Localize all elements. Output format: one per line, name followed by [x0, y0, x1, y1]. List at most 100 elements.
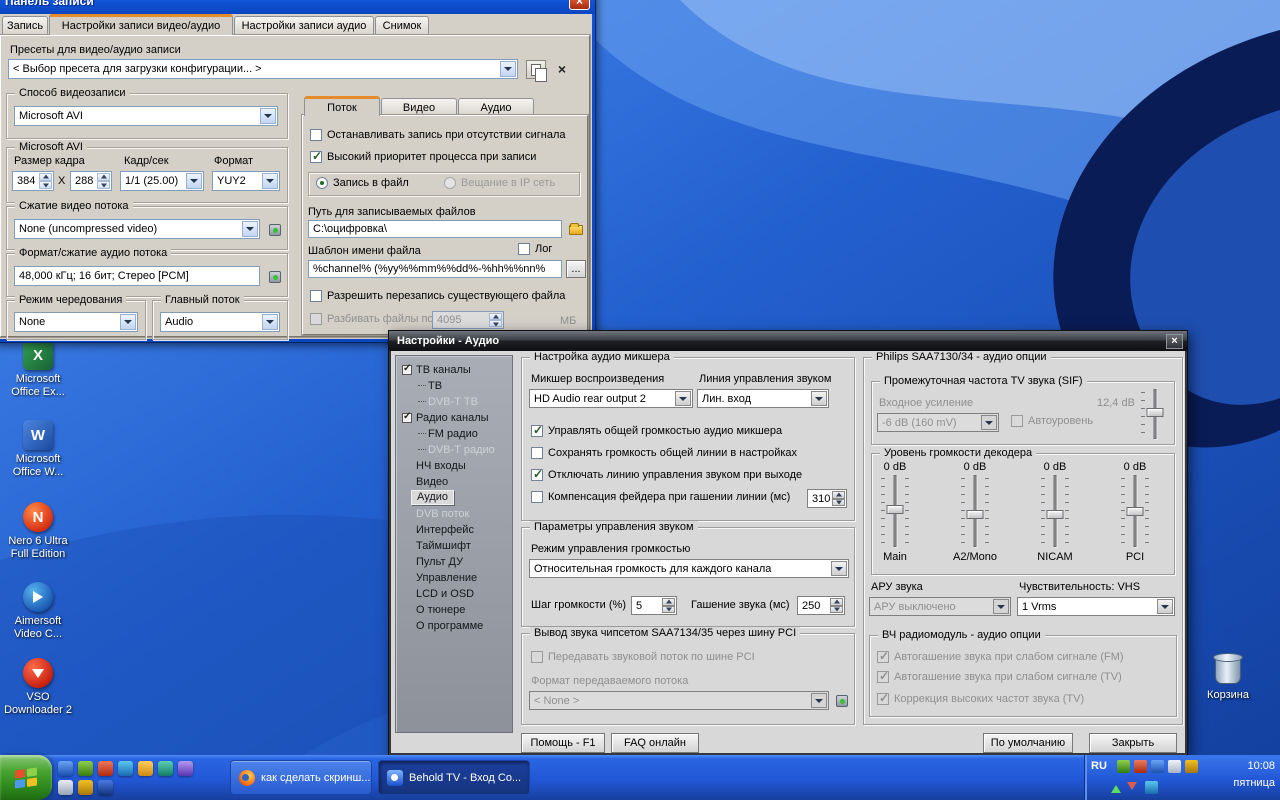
- tv-mute-checkbox[interactable]: Автогашение звука при слабом сигнале (TV…: [877, 671, 1122, 683]
- nav-item-dvbt-tv[interactable]: DVB-T ТВ: [396, 394, 512, 409]
- input-gain-combobox[interactable]: -6 dB (160 mV): [877, 413, 999, 432]
- desktop-icon-aimersoft[interactable]: Aimersoft Video C...: [2, 582, 74, 641]
- tray-icon[interactable]: [1134, 760, 1147, 773]
- nav-item-video[interactable]: Видео: [396, 474, 512, 489]
- spinner-buttons[interactable]: [662, 598, 675, 613]
- task-button-behold-tv[interactable]: Behold TV - Вход Co...: [378, 760, 530, 795]
- video-codec-config-button[interactable]: [266, 221, 283, 238]
- checkbox-box[interactable]: [402, 365, 412, 375]
- tray-icon[interactable]: [1151, 760, 1164, 773]
- tab-snapshot[interactable]: Снимок: [375, 16, 429, 35]
- nav-item-audio[interactable]: Аудио: [396, 490, 512, 505]
- control-line-combobox[interactable]: Лин. вход: [697, 389, 829, 408]
- tab-stream[interactable]: Поток: [304, 96, 380, 116]
- chevron-down-icon[interactable]: [262, 314, 278, 330]
- nav-item-dvbt-radio[interactable]: DVB-T радио: [396, 442, 512, 457]
- recording-panel-titlebar[interactable]: Панель записи: [0, 0, 595, 14]
- quicklaunch-icon[interactable]: [178, 761, 193, 776]
- tab-audio[interactable]: Аудио: [458, 98, 534, 116]
- chevron-down-icon[interactable]: [186, 173, 202, 189]
- desktop-icon-word[interactable]: Microsoft Office W...: [2, 420, 74, 479]
- quicklaunch-icon[interactable]: [58, 780, 73, 795]
- nav-item-interface[interactable]: Интерфейс: [396, 522, 512, 537]
- overwrite-checkbox[interactable]: Разрешить перезапись существующего файла: [310, 290, 565, 302]
- quicklaunch-icon[interactable]: [78, 780, 93, 795]
- fps-combobox[interactable]: 1/1 (25.00): [120, 171, 204, 191]
- a2mono-volume-slider[interactable]: [967, 475, 983, 547]
- quicklaunch-icon[interactable]: [78, 761, 93, 776]
- slider-thumb[interactable]: [1047, 510, 1064, 519]
- preset-combobox[interactable]: < Выбор пресета для загрузки конфигураци…: [8, 59, 518, 79]
- filename-template-input[interactable]: %channel% (%yy%%mm%%dd%-%hh%%nn%: [308, 260, 562, 278]
- quicklaunch-icon[interactable]: [98, 761, 113, 776]
- nav-item-dvb-stream[interactable]: DVB поток: [396, 506, 512, 521]
- fm-mute-checkbox[interactable]: Автогашение звука при слабом сигнале (FM…: [877, 651, 1124, 663]
- nav-item-remote[interactable]: Пульт ДУ: [396, 554, 512, 569]
- nav-item-about-program[interactable]: О программе: [396, 618, 512, 633]
- nav-item-fm-radio[interactable]: FM радио: [396, 426, 512, 441]
- playback-mixer-combobox[interactable]: HD Audio rear output 2: [529, 389, 693, 408]
- record-path-input[interactable]: C:\оцифровка\: [308, 220, 562, 238]
- browse-folder-button[interactable]: [566, 221, 586, 238]
- nav-item-lcd-osd[interactable]: LCD и OSD: [396, 586, 512, 601]
- master-volume-checkbox[interactable]: Управлять общей громкостью аудио микшера: [531, 425, 782, 437]
- tray-icon[interactable]: [1145, 781, 1158, 794]
- chevron-down-icon[interactable]: [120, 314, 136, 330]
- chevron-down-icon[interactable]: [242, 221, 258, 237]
- pci-volume-slider[interactable]: [1127, 475, 1143, 547]
- volume-mode-combobox[interactable]: Относительная громкость для каждого кана…: [529, 559, 849, 578]
- agc-combobox[interactable]: АРУ выключено: [869, 597, 1011, 616]
- audio-format-field[interactable]: 48,000 кГц; 16 бит; Стерео [PCM]: [14, 266, 260, 286]
- frame-width-stepper[interactable]: 384: [12, 171, 54, 191]
- chevron-down-icon[interactable]: [831, 561, 847, 576]
- nav-item-about-tuner[interactable]: О тюнере: [396, 602, 512, 617]
- video-codec-combobox[interactable]: None (uncompressed video): [14, 219, 260, 239]
- broadcast-ip-radio[interactable]: Вещание в IP сеть: [444, 177, 555, 189]
- frame-height-stepper[interactable]: 288: [70, 171, 112, 191]
- hf-correction-checkbox[interactable]: Коррекция высоких частот звука (TV): [877, 693, 1084, 705]
- close-icon[interactable]: [569, 0, 590, 10]
- chevron-down-icon[interactable]: [262, 173, 278, 189]
- spinner-buttons[interactable]: [830, 598, 843, 613]
- slider-thumb[interactable]: [967, 510, 984, 519]
- chevron-down-icon[interactable]: [500, 61, 516, 77]
- slider-thumb[interactable]: [1147, 408, 1164, 417]
- fader-compensation-checkbox[interactable]: Компенсация фейдера при гашении линии (м…: [531, 491, 790, 503]
- chevron-down-icon[interactable]: [981, 415, 997, 430]
- save-volume-checkbox[interactable]: Сохранять громкость общей линии в настро…: [531, 447, 797, 459]
- stop-no-signal-checkbox[interactable]: Останавливать запись при отсутствии сигн…: [310, 129, 566, 141]
- sif-gain-slider[interactable]: [1147, 389, 1163, 439]
- tray-icon[interactable]: [1185, 760, 1198, 773]
- defaults-button[interactable]: По умолчанию: [983, 733, 1073, 753]
- tray-icon[interactable]: [1168, 760, 1181, 773]
- template-more-button[interactable]: ...: [566, 260, 586, 278]
- slider-thumb[interactable]: [1127, 507, 1144, 516]
- pci-format-combobox[interactable]: < None >: [529, 691, 829, 710]
- chevron-down-icon[interactable]: [993, 599, 1009, 614]
- chevron-down-icon[interactable]: [811, 391, 827, 406]
- nav-item-lf-inputs[interactable]: НЧ входы: [396, 458, 512, 473]
- quicklaunch-icon[interactable]: [118, 761, 133, 776]
- pixel-format-combobox[interactable]: YUY2: [212, 171, 280, 191]
- tab-video[interactable]: Видео: [381, 98, 457, 116]
- upload-arrow-icon[interactable]: [1111, 780, 1121, 793]
- audio-format-config-button[interactable]: [266, 268, 283, 285]
- settings-titlebar[interactable]: Настройки - Аудио: [389, 331, 1187, 351]
- chevron-down-icon[interactable]: [260, 108, 276, 124]
- desktop-icon-recycle-bin[interactable]: Корзина: [1192, 652, 1264, 702]
- nav-item-timeshift[interactable]: Таймшифт: [396, 538, 512, 553]
- clock-day[interactable]: пятница: [1203, 777, 1275, 789]
- main-volume-slider[interactable]: [887, 475, 903, 547]
- split-size-stepper[interactable]: 4095: [432, 311, 504, 329]
- log-checkbox[interactable]: Лог: [518, 243, 552, 255]
- delete-preset-button[interactable]: [552, 60, 572, 79]
- desktop-icon-excel[interactable]: Microsoft Office Ex...: [2, 340, 74, 399]
- nav-item-control[interactable]: Управление: [396, 570, 512, 585]
- close-icon[interactable]: [1166, 334, 1183, 349]
- video-method-combobox[interactable]: Microsoft AVI: [14, 106, 278, 126]
- quicklaunch-icon[interactable]: [98, 780, 113, 795]
- tab-zapis[interactable]: Запись: [2, 16, 48, 35]
- spinner-buttons[interactable]: [39, 173, 52, 189]
- chevron-down-icon[interactable]: [811, 693, 827, 708]
- interleave-combobox[interactable]: None: [14, 312, 138, 332]
